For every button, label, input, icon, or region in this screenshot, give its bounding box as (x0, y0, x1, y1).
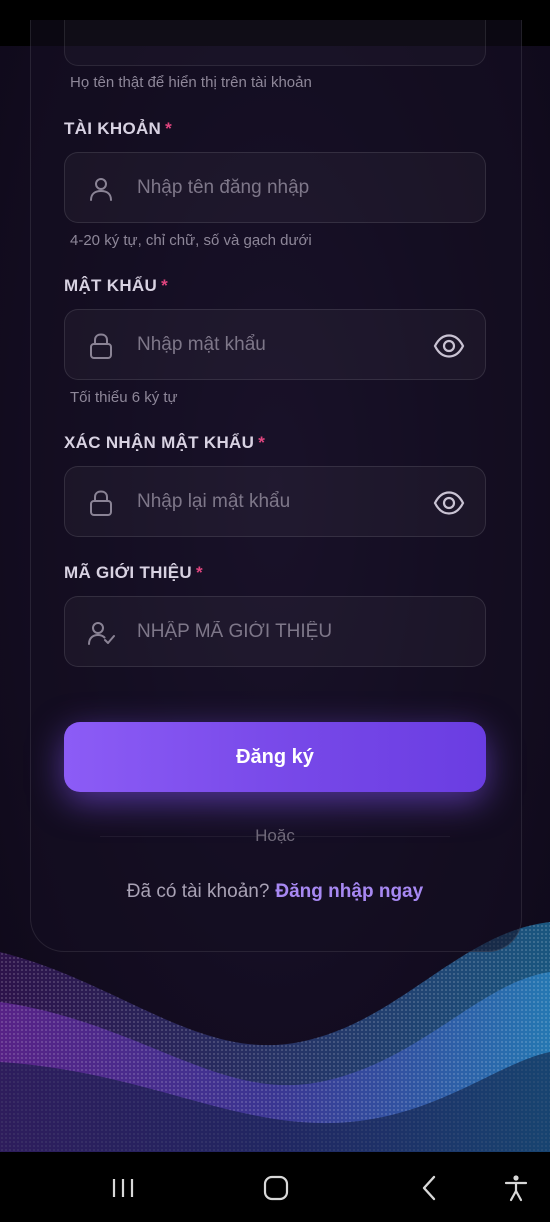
password-label: MẬT KHẨU * (64, 276, 168, 296)
fullname-input[interactable] (64, 20, 486, 66)
username-input[interactable] (137, 153, 427, 222)
confirm-password-input[interactable] (137, 467, 427, 536)
referral-label: MÃ GIỚI THIỆU * (64, 563, 203, 583)
lock-icon (90, 490, 112, 516)
fullname-hint: Họ tên thật để hiển thị trên tài khoản (70, 74, 312, 91)
register-button[interactable]: Đăng ký (64, 722, 486, 792)
username-label: TÀI KHOẢN * (64, 119, 172, 139)
password-input[interactable] (137, 310, 427, 379)
divider-text: Hoặc (255, 826, 295, 845)
referral-field[interactable] (64, 596, 486, 667)
system-nav-bar (0, 1152, 550, 1222)
username-label-text: TÀI KHOẢN (64, 119, 162, 138)
eye-icon[interactable] (433, 487, 465, 519)
accessibility-icon[interactable] (501, 1174, 531, 1202)
required-mark: * (258, 433, 266, 452)
confirm-password-label-text: XÁC NHẬN MẬT KHẨU (64, 433, 255, 452)
recent-apps-icon[interactable] (108, 1174, 138, 1202)
eye-icon[interactable] (433, 330, 465, 362)
confirm-password-field[interactable] (64, 466, 486, 537)
username-hint: 4-20 ký tự, chỉ chữ, số và gạch dưới (70, 232, 312, 249)
password-label-text: MẬT KHẨU (64, 276, 158, 295)
back-icon[interactable] (415, 1174, 445, 1202)
confirm-password-label: XÁC NHẬN MẬT KHẨU * (64, 433, 265, 453)
login-prompt: Đã có tài khoản? (126, 881, 270, 902)
user-check-icon (88, 622, 115, 645)
login-link[interactable]: Đăng nhập ngay (275, 881, 423, 902)
home-icon[interactable] (261, 1174, 291, 1202)
required-mark: * (195, 563, 203, 582)
lock-icon (90, 333, 112, 359)
login-prompt-row: Đã có tài khoản? Đăng nhập ngay (0, 881, 550, 903)
referral-label-text: MÃ GIỚI THIỆU (64, 563, 192, 582)
username-field[interactable] (64, 152, 486, 223)
required-mark: * (165, 119, 173, 138)
password-hint: Tối thiểu 6 ký tự (70, 389, 178, 406)
password-field[interactable] (64, 309, 486, 380)
referral-input[interactable] (137, 597, 427, 666)
user-icon (90, 178, 112, 201)
required-mark: * (161, 276, 168, 295)
